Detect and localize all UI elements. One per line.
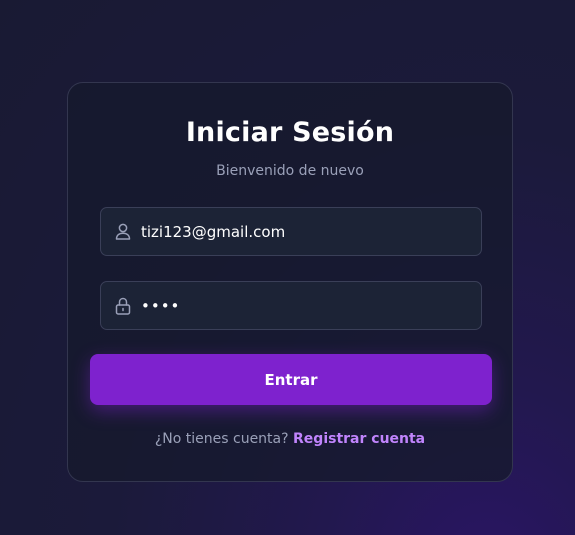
- lock-icon: [114, 297, 132, 315]
- submit-button[interactable]: Entrar: [90, 354, 492, 405]
- page-subtitle: Bienvenido de nuevo: [216, 163, 364, 179]
- register-prompt-text: ¿No tienes cuenta?: [154, 431, 289, 447]
- password-field[interactable]: [100, 281, 482, 330]
- email-field[interactable]: [100, 207, 482, 256]
- register-link[interactable]: Registrar cuenta: [293, 431, 425, 447]
- user-icon: [114, 223, 132, 241]
- page-title: Iniciar Sesión: [185, 117, 395, 148]
- email-input[interactable]: [141, 208, 481, 255]
- login-card: Iniciar Sesión Bienvenido de nuevo Entra…: [67, 82, 513, 482]
- password-input[interactable]: [141, 282, 481, 329]
- register-prompt: ¿No tienes cuenta? Registrar cuenta: [68, 431, 512, 447]
